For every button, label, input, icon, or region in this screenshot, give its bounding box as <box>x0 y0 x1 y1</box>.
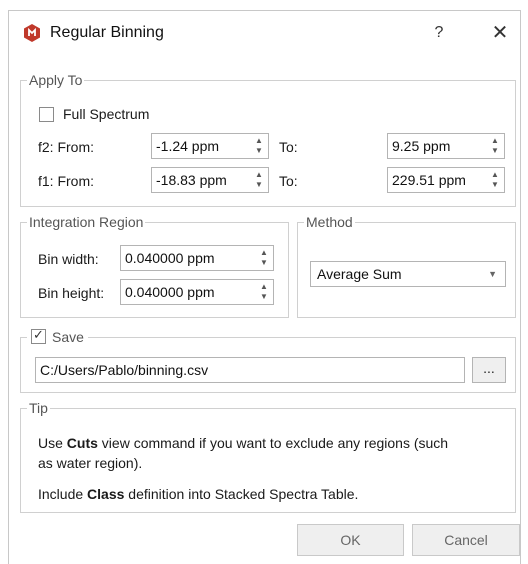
spin-up-icon[interactable]: ▲ <box>488 170 502 180</box>
tip-legend: Tip <box>29 400 48 416</box>
f2-to-label: To: <box>279 139 298 155</box>
save-label: Save <box>52 329 84 345</box>
spin-up-icon[interactable]: ▲ <box>257 282 271 292</box>
f2-from-spinbox[interactable]: -1.24 ppm ▲ ▼ <box>151 133 269 159</box>
method-legend: Method <box>306 214 353 230</box>
bin-width-spin-arrows[interactable]: ▲ ▼ <box>257 248 271 268</box>
f2-to-spinbox[interactable]: 9.25 ppm ▲ ▼ <box>387 133 505 159</box>
save-checkbox[interactable] <box>31 327 46 344</box>
bin-height-label: Bin height: <box>38 285 105 301</box>
spin-up-icon[interactable]: ▲ <box>252 170 266 180</box>
dialog-title: Regular Binning <box>50 24 164 41</box>
f1-from-value: -18.83 ppm <box>156 172 227 188</box>
tip-line-1-prefix: Use <box>38 435 67 451</box>
save-legend: Save <box>27 327 88 345</box>
integration-region-legend: Integration Region <box>29 214 144 230</box>
method-select[interactable]: Average Sum ▼ <box>310 261 506 287</box>
f2-to-spin-arrows[interactable]: ▲ ▼ <box>488 136 502 156</box>
tip-line-2: as water region). <box>38 455 143 471</box>
method-selected-value: Average Sum <box>317 266 402 282</box>
f2-from-label: f2: From: <box>38 139 95 155</box>
f1-from-spin-arrows[interactable]: ▲ ▼ <box>252 170 266 190</box>
f1-to-spinbox[interactable]: 229.51 ppm ▲ ▼ <box>387 167 505 193</box>
cancel-button[interactable]: Cancel <box>412 524 520 556</box>
tip-line-3-prefix: Include <box>38 486 88 502</box>
spin-down-icon[interactable]: ▼ <box>488 180 502 190</box>
mnova-logo-icon <box>24 24 40 42</box>
f1-to-label: To: <box>279 173 298 189</box>
tip-line-1-rest: view command if you want to exclude any … <box>97 435 449 451</box>
spin-down-icon[interactable]: ▼ <box>257 292 271 302</box>
spin-down-icon[interactable]: ▼ <box>257 258 271 268</box>
f2-from-value: -1.24 ppm <box>156 138 220 154</box>
full-spectrum-label: Full Spectrum <box>63 106 150 122</box>
bin-height-spinbox[interactable]: 0.040000 ppm ▲ ▼ <box>120 279 274 305</box>
spin-up-icon[interactable]: ▲ <box>252 136 266 146</box>
tip-line-3: Include Class definition into Stacked Sp… <box>38 484 358 504</box>
regular-binning-dialog: Regular Binning ? ✕ Apply To Full Spectr… <box>8 10 521 564</box>
title-bar: Regular Binning ? ✕ <box>9 11 520 57</box>
save-path-field[interactable]: C:/Users/Pablo/binning.csv <box>35 357 465 383</box>
chevron-down-icon[interactable]: ▼ <box>488 269 497 279</box>
f2-to-value: 9.25 ppm <box>392 138 451 154</box>
save-path-value: C:/Users/Pablo/binning.csv <box>40 362 209 378</box>
bin-height-spin-arrows[interactable]: ▲ ▼ <box>257 282 271 302</box>
help-button[interactable]: ? <box>428 21 450 45</box>
tip-line-1: Use Cuts view command if you want to exc… <box>38 433 448 453</box>
bin-width-value: 0.040000 ppm <box>125 250 215 266</box>
f1-from-label: f1: From: <box>38 173 95 189</box>
close-button[interactable]: ✕ <box>488 21 512 45</box>
browse-button[interactable]: ... <box>472 357 506 383</box>
spin-down-icon[interactable]: ▼ <box>252 146 266 156</box>
tip-line-3-rest: definition into Stacked Spectra Table. <box>124 486 359 502</box>
f2-from-spin-arrows[interactable]: ▲ ▼ <box>252 136 266 156</box>
spin-down-icon[interactable]: ▼ <box>252 180 266 190</box>
tip-class-keyword: Class <box>87 486 125 502</box>
spin-up-icon[interactable]: ▲ <box>257 248 271 258</box>
bin-width-label: Bin width: <box>38 251 99 267</box>
full-spectrum-checkbox[interactable] <box>39 107 54 122</box>
bin-height-value: 0.040000 ppm <box>125 284 215 300</box>
f1-to-value: 229.51 ppm <box>392 172 466 188</box>
f1-to-spin-arrows[interactable]: ▲ ▼ <box>488 170 502 190</box>
bin-width-spinbox[interactable]: 0.040000 ppm ▲ ▼ <box>120 245 274 271</box>
spin-down-icon[interactable]: ▼ <box>488 146 502 156</box>
f1-from-spinbox[interactable]: -18.83 ppm ▲ ▼ <box>151 167 269 193</box>
spin-up-icon[interactable]: ▲ <box>488 136 502 146</box>
ok-button[interactable]: OK <box>297 524 404 556</box>
tip-cuts-keyword: Cuts <box>66 435 98 451</box>
apply-to-legend: Apply To <box>29 72 83 88</box>
